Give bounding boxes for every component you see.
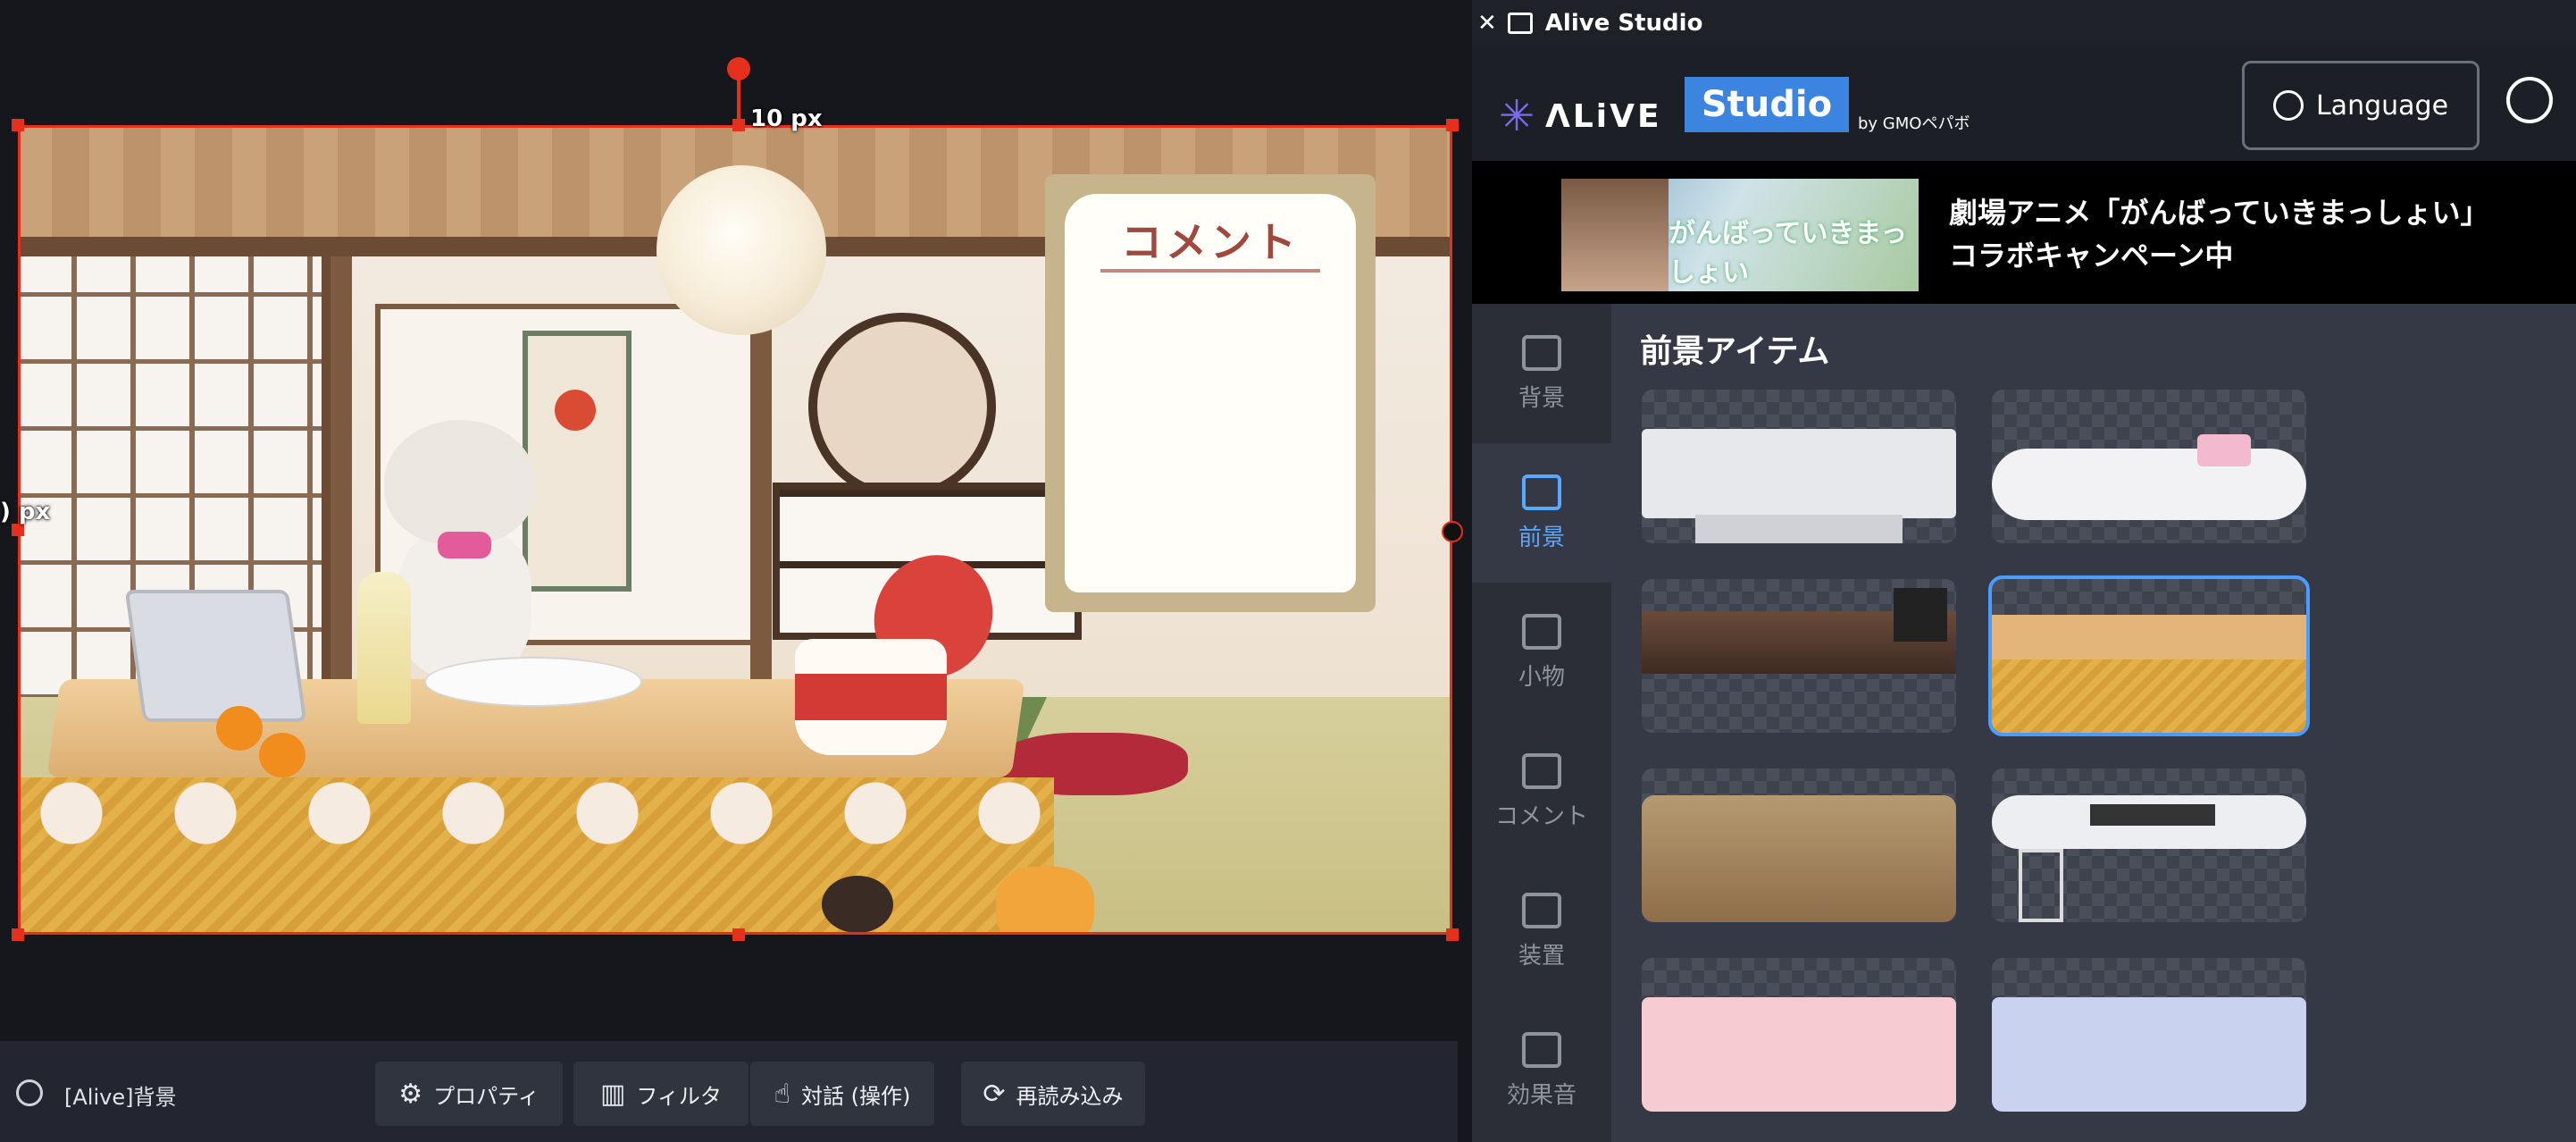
logo-by: by GMOペパボ: [1858, 114, 1970, 133]
nav-label: コメント: [1494, 802, 1588, 830]
properties-button[interactable]: ⚙ プロパティ: [375, 1062, 563, 1126]
close-icon[interactable]: ✕: [1477, 10, 1497, 37]
banner-line-2: コラボキャンペーン中: [1949, 239, 2234, 273]
filters-label: フィルタ: [636, 1083, 722, 1109]
image-add-icon: [1522, 474, 1561, 510]
nav-comment[interactable]: コメント: [1472, 722, 1611, 861]
language-label: Language: [2315, 89, 2449, 122]
resize-handle-l[interactable]: [12, 524, 24, 536]
music-note-icon: [1522, 1031, 1561, 1068]
nav-foreground[interactable]: 前景: [1472, 443, 1611, 583]
app-header: ✳ ΛLiVE Studio by GMOペパボ Language: [1472, 46, 2576, 161]
resize-handle-r[interactable]: [1442, 521, 1463, 542]
logo-studio: Studio: [1685, 77, 1849, 132]
top-offset-label: 10 px: [750, 105, 823, 132]
interact-label: 対話 (操作): [800, 1083, 911, 1109]
language-button[interactable]: Language: [2242, 61, 2480, 150]
left-offset-label: ) px: [0, 499, 51, 525]
comment-icon: [1522, 752, 1561, 789]
nav-props[interactable]: 小物: [1472, 583, 1611, 722]
foreground-item[interactable]: [1642, 768, 1956, 922]
foreground-item[interactable]: [1642, 958, 1956, 1112]
campaign-banner[interactable]: がんばっていきまっしょい 劇場アニメ「がんばっていきまっしょい」 コラボキャンペ…: [1472, 161, 2576, 304]
logo-alive: ΛLiVE: [1545, 98, 1662, 135]
foreground-item[interactable]: [1992, 390, 2306, 543]
image-icon: [1522, 334, 1561, 371]
resize-handle-bl[interactable]: [12, 928, 24, 941]
nav-devices[interactable]: 装置: [1472, 861, 1611, 1001]
nav-label: 効果音: [1506, 1081, 1577, 1109]
nav-label: 小物: [1518, 663, 1565, 691]
gear-icon: ⚙: [398, 1078, 423, 1110]
foreground-item[interactable]: [1992, 958, 2306, 1112]
category-sidebar: 背景 前景 小物 コメント 装置 効果音: [1472, 304, 1611, 1142]
nav-background[interactable]: 背景: [1472, 304, 1611, 443]
resize-handle-b[interactable]: [732, 928, 745, 941]
widgets-icon: [1522, 892, 1561, 928]
source-name: [Alive]背景: [64, 1085, 177, 1110]
reload-icon: ⟳: [983, 1078, 1006, 1110]
reload-button[interactable]: ⟳ 再読み込み: [961, 1062, 1145, 1126]
foreground-item[interactable]: [1642, 390, 1956, 543]
resize-handle-tl[interactable]: [12, 119, 24, 131]
foreground-item[interactable]: [1988, 575, 2310, 736]
preview-canvas[interactable]: コメント 10 px ) px: [0, 0, 1463, 1041]
cup-icon: [1522, 613, 1561, 650]
resize-handle-t[interactable]: [732, 119, 745, 131]
logo-star-icon: ✳: [1499, 91, 1535, 141]
selection-box[interactable]: [18, 125, 1452, 935]
nav-label: 装置: [1518, 942, 1565, 970]
section-title: 前景アイテム: [1640, 333, 1830, 370]
properties-label: プロパティ: [433, 1083, 539, 1109]
pointer-icon: ☝: [774, 1078, 790, 1110]
foreground-item[interactable]: [1992, 768, 2306, 922]
filters-button[interactable]: ▥ フィルタ: [573, 1062, 749, 1126]
resize-handle-tr[interactable]: [1446, 119, 1459, 131]
globe-icon: [2272, 90, 2304, 121]
nav-label: 背景: [1518, 384, 1565, 412]
banner-text: 劇場アニメ「がんばっていきまっしょい」 コラボキャンペーン中: [1949, 191, 2488, 277]
float-window-icon[interactable]: [1507, 13, 1533, 34]
foreground-item[interactable]: [1642, 579, 1956, 733]
nav-label: 前景: [1518, 524, 1565, 551]
banner-caption: がんばっていきまっしょい: [1669, 218, 1908, 289]
reload-label: 再読み込み: [1016, 1083, 1124, 1109]
dock-titlebar: ✕ Alive Studio: [1472, 0, 2576, 46]
nav-sound-effects[interactable]: 効果音: [1472, 1001, 1611, 1140]
resize-handle-br[interactable]: [1446, 928, 1459, 941]
banner-image[interactable]: がんばっていきまっしょい: [1561, 179, 1919, 291]
filter-icon: ▥: [600, 1078, 626, 1110]
banner-line-1: 劇場アニメ「がんばっていきまっしょい」: [1949, 196, 2489, 230]
alive-studio-dock: ✕ Alive Studio ✳ ΛLiVE Studio by GMOペパボ …: [1472, 0, 2576, 1142]
browser-source-icon: [16, 1079, 43, 1106]
dock-title: Alive Studio: [1544, 10, 1703, 37]
item-panel: 前景アイテム: [1611, 304, 2576, 1142]
interact-button[interactable]: ☝ 対話 (操作): [750, 1062, 934, 1126]
user-account-icon[interactable]: [2506, 77, 2553, 123]
rotation-handle[interactable]: [727, 57, 750, 80]
